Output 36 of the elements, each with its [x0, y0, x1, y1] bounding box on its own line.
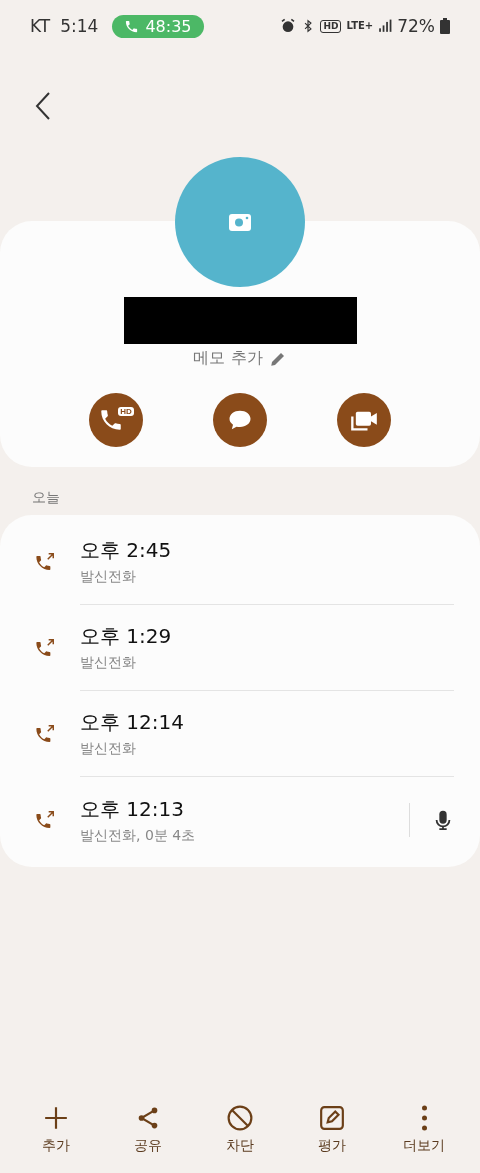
- call-detail: 발신전화: [80, 568, 137, 586]
- phone-icon: [124, 18, 140, 34]
- call-button[interactable]: HD: [89, 393, 143, 447]
- battery-icon: [440, 18, 450, 34]
- hd-voice-icon: HD: [320, 19, 342, 33]
- outgoing-call-icon: [34, 551, 56, 573]
- toolbar-button[interactable]: 차단: [205, 1105, 275, 1155]
- block-icon: [227, 1105, 253, 1131]
- clock: 5:14: [60, 16, 99, 36]
- outgoing-call-icon: [34, 723, 56, 745]
- network-type: LTE+: [346, 21, 374, 31]
- call-time: 오후 12:14: [80, 709, 185, 736]
- edit-icon: [319, 1105, 345, 1131]
- call-time: 오후 12:13: [80, 795, 185, 823]
- toolbar-button[interactable]: 더보기: [389, 1105, 459, 1155]
- toolbar-button[interactable]: 추가: [21, 1105, 91, 1155]
- signal-icon: [378, 18, 393, 34]
- carrier: KT: [30, 16, 51, 36]
- call-detail: 발신전화: [80, 740, 137, 758]
- toolbar-button[interactable]: 평가: [297, 1105, 367, 1155]
- hd-badge: HD: [118, 406, 134, 416]
- video-call-button[interactable]: [337, 393, 391, 447]
- outgoing-call-icon: [34, 809, 56, 831]
- call-time: 오후 2:45: [80, 537, 173, 564]
- outgoing-call-icon: [34, 637, 56, 659]
- message-button[interactable]: [213, 393, 267, 447]
- add-memo-link[interactable]: 메모 추가: [193, 348, 263, 369]
- call-detail: 발신전화, 0분 4초: [80, 826, 197, 845]
- call-time: 오후 1:29: [80, 623, 173, 650]
- alarm-icon: [280, 18, 297, 34]
- call-detail: 발신전화: [80, 654, 137, 672]
- more-icon: [421, 1105, 427, 1131]
- battery-percent: 72%: [397, 16, 435, 36]
- toolbar-button[interactable]: 공유: [113, 1105, 183, 1155]
- section-header: 오늘: [32, 489, 61, 507]
- plus-icon: [43, 1105, 69, 1131]
